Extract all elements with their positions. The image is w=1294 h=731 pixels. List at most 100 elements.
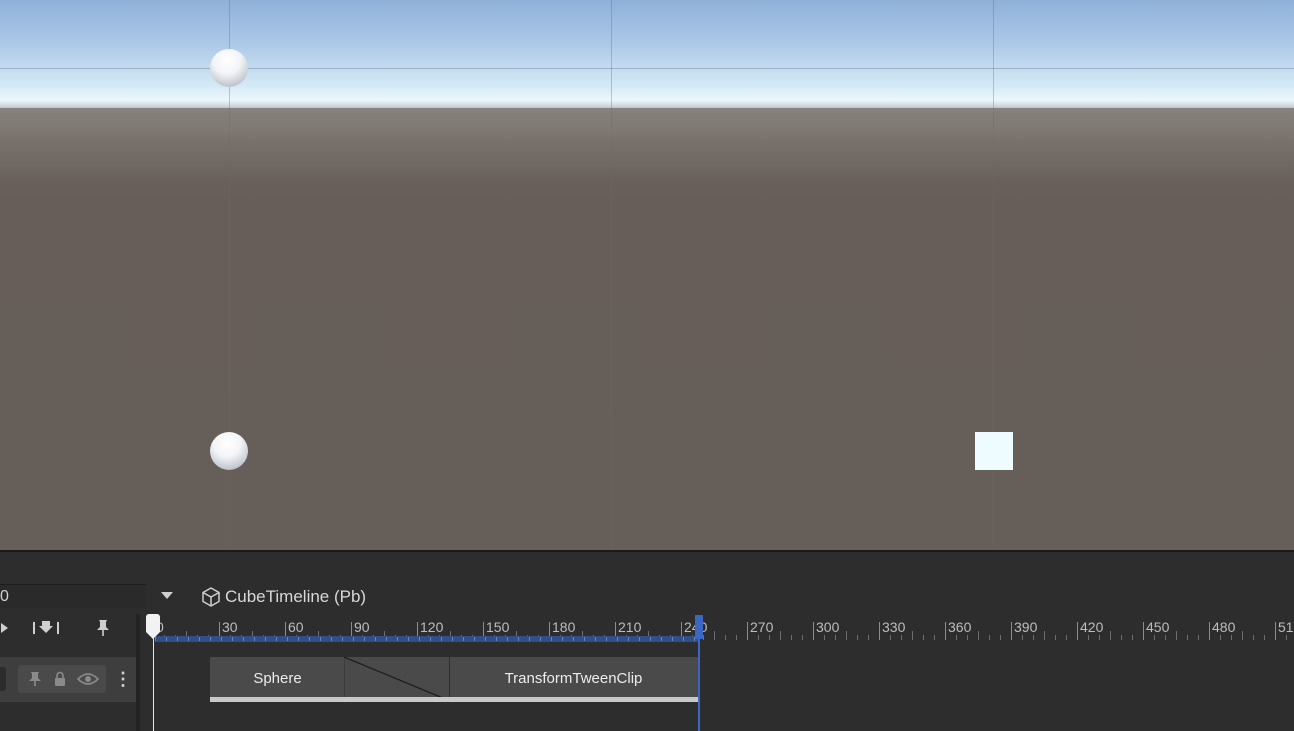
track-controls bbox=[18, 665, 106, 693]
frame-input[interactable]: 0 bbox=[0, 584, 146, 608]
ruler-minor-tick bbox=[1220, 635, 1221, 640]
ruler-minor-tick bbox=[989, 635, 990, 640]
step-forward-icon[interactable] bbox=[0, 620, 10, 636]
ruler-major-tick bbox=[1011, 622, 1012, 640]
ruler-minor-tick bbox=[1253, 635, 1254, 640]
playhead[interactable] bbox=[146, 614, 160, 632]
ruler-label: 90 bbox=[354, 619, 370, 635]
ruler-minor-tick bbox=[923, 635, 924, 640]
ruler-label: 30 bbox=[222, 619, 238, 635]
ruler-minor-tick bbox=[978, 631, 979, 640]
clip-label: TransformTweenClip bbox=[504, 670, 643, 687]
ruler-label: 120 bbox=[420, 619, 444, 635]
ruler-minor-tick bbox=[1264, 635, 1265, 640]
ruler-minor-tick bbox=[1110, 631, 1111, 640]
ruler-label: 150 bbox=[486, 619, 510, 635]
pin-icon[interactable] bbox=[95, 618, 111, 638]
ruler-minor-tick bbox=[1231, 635, 1232, 640]
timeline-asset-title[interactable]: CubeTimeline (Pb) bbox=[225, 586, 366, 608]
eye-icon[interactable] bbox=[77, 672, 99, 686]
clip-label: Sphere bbox=[253, 670, 302, 687]
ruler-major-tick bbox=[945, 622, 946, 640]
ruler-label: 390 bbox=[1014, 619, 1038, 635]
ruler-minor-tick bbox=[791, 635, 792, 640]
ruler-minor-tick bbox=[912, 631, 913, 640]
pin-icon[interactable] bbox=[28, 671, 42, 687]
ruler-minor-tick bbox=[846, 631, 847, 640]
ruler-minor-tick bbox=[736, 635, 737, 640]
ruler-minor-tick bbox=[1242, 631, 1243, 640]
ruler-major-tick bbox=[747, 622, 748, 640]
ruler-major-tick bbox=[1077, 622, 1078, 640]
ruler-minor-tick bbox=[934, 635, 935, 640]
ruler-minor-tick bbox=[714, 631, 715, 640]
ruler-minor-tick bbox=[1154, 635, 1155, 640]
sphere-object[interactable] bbox=[210, 49, 248, 87]
clip-progress bbox=[210, 697, 345, 702]
ruler-minor-tick bbox=[1088, 635, 1089, 640]
cube-outline-icon bbox=[202, 587, 220, 607]
ruler-minor-tick bbox=[1176, 631, 1177, 640]
sphere-object[interactable] bbox=[210, 432, 248, 470]
ruler-minor-tick bbox=[1066, 635, 1067, 640]
ruler-major-tick bbox=[1275, 622, 1276, 640]
chevron-down-icon[interactable] bbox=[161, 592, 173, 599]
track-collapse-toggle[interactable] bbox=[0, 667, 6, 691]
cube-object[interactable] bbox=[975, 432, 1013, 470]
lock-icon[interactable] bbox=[53, 671, 67, 687]
ruler-minor-tick bbox=[835, 635, 836, 640]
ruler-minor-tick bbox=[857, 635, 858, 640]
ruler-minor-tick bbox=[1033, 635, 1034, 640]
ruler-label: 510 bbox=[1278, 619, 1294, 635]
ruler-minor-tick bbox=[890, 635, 891, 640]
ruler-minor-tick bbox=[967, 635, 968, 640]
ruler-minor-tick bbox=[725, 635, 726, 640]
clip-blend[interactable] bbox=[344, 657, 450, 702]
ruler-minor-tick bbox=[1165, 635, 1166, 640]
ruler-minor-tick bbox=[1286, 635, 1287, 640]
ruler-label: 60 bbox=[288, 619, 304, 635]
ruler-minor-tick bbox=[868, 635, 869, 640]
ruler-label: 270 bbox=[750, 619, 774, 635]
playhead-tip bbox=[146, 632, 160, 639]
ruler-minor-tick bbox=[758, 635, 759, 640]
ruler-label: 210 bbox=[618, 619, 642, 635]
ruler-label: 360 bbox=[948, 619, 972, 635]
ruler-major-tick bbox=[1209, 622, 1210, 640]
ruler-label: 300 bbox=[816, 619, 840, 635]
ruler-major-tick bbox=[813, 622, 814, 640]
ruler-minor-tick bbox=[802, 635, 803, 640]
grid-line bbox=[0, 68, 1294, 69]
ruler-label: 480 bbox=[1212, 619, 1236, 635]
ruler-major-tick bbox=[1143, 622, 1144, 640]
keyframe-record-icon[interactable] bbox=[32, 618, 60, 638]
ruler-minor-tick bbox=[824, 635, 825, 640]
scene-view[interactable] bbox=[0, 0, 1294, 550]
ruler-minor-tick bbox=[703, 635, 704, 640]
ruler-minor-tick bbox=[956, 635, 957, 640]
horizon bbox=[0, 108, 1294, 178]
grid-line bbox=[611, 0, 612, 550]
ruler-minor-tick bbox=[1055, 635, 1056, 640]
ruler-minor-tick bbox=[1121, 635, 1122, 640]
ruler-major-tick bbox=[879, 622, 880, 640]
ruler-minor-tick bbox=[1099, 635, 1100, 640]
ruler-minor-tick bbox=[1022, 635, 1023, 640]
ruler-minor-tick bbox=[1044, 631, 1045, 640]
timeline-clip[interactable]: Sphere bbox=[210, 657, 345, 702]
range-ticks bbox=[155, 637, 699, 641]
ruler-label: 180 bbox=[552, 619, 576, 635]
playhead-line bbox=[153, 630, 154, 731]
ruler-minor-tick bbox=[769, 635, 770, 640]
ruler-label: 330 bbox=[882, 619, 906, 635]
ruler-label: 420 bbox=[1080, 619, 1104, 635]
clip-progress bbox=[449, 697, 698, 702]
timeline-clip[interactable]: TransformTweenClip bbox=[449, 657, 698, 702]
kebab-icon[interactable]: ⋮ bbox=[114, 669, 132, 689]
ruler-minor-tick bbox=[901, 635, 902, 640]
ruler-minor-tick bbox=[1132, 635, 1133, 640]
timeline-end-handle[interactable] bbox=[695, 615, 703, 639]
ruler-minor-tick bbox=[780, 631, 781, 640]
ruler-label: 450 bbox=[1146, 619, 1170, 635]
ruler-minor-tick bbox=[1198, 635, 1199, 640]
